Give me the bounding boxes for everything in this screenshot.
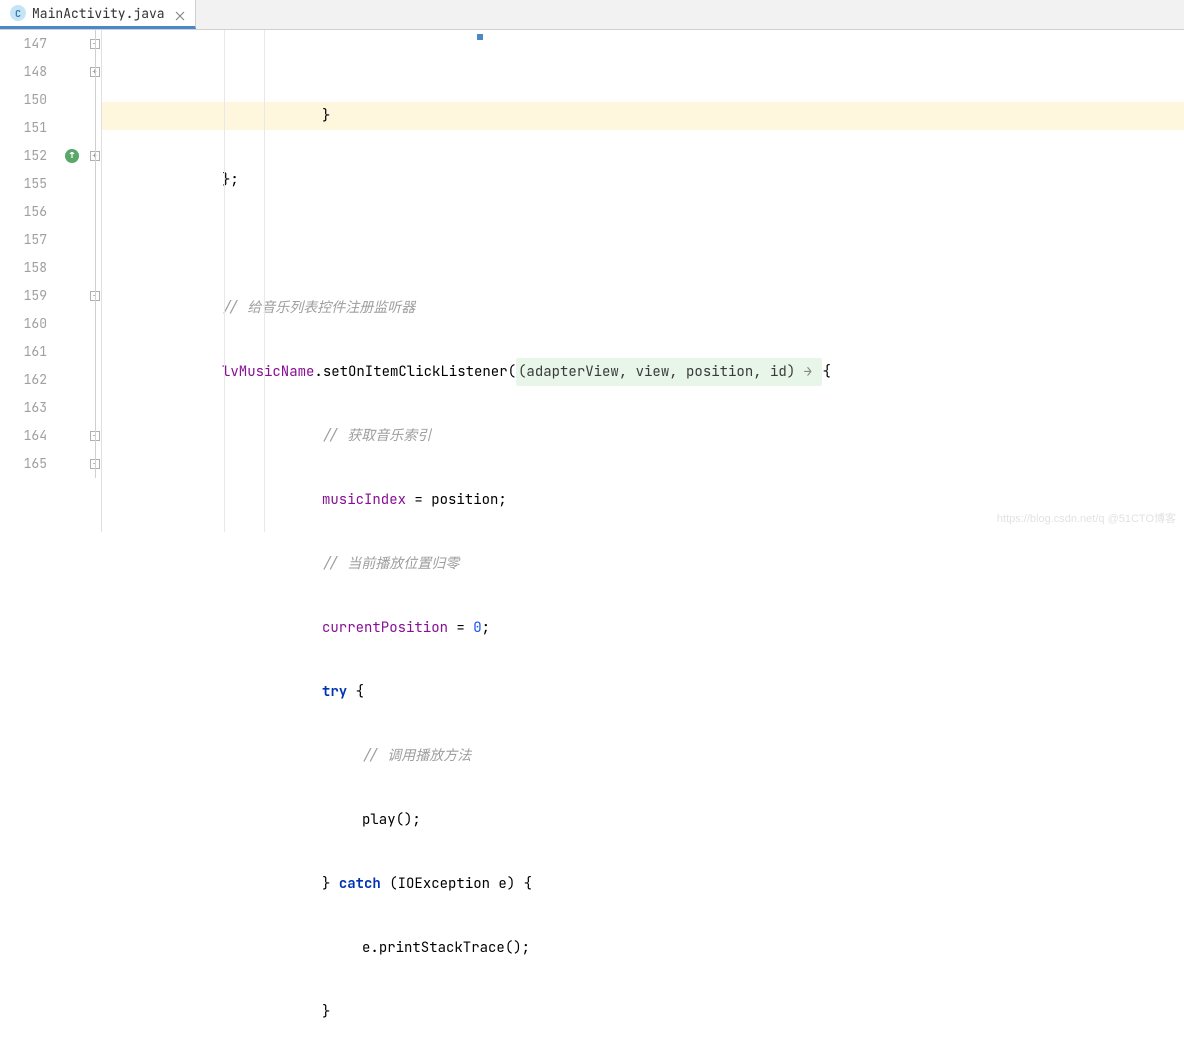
line-number: 162 xyxy=(10,366,47,394)
line-number: 152 xyxy=(10,142,47,170)
line-number: 161 xyxy=(10,338,47,366)
code-line: e.printStackTrace(); xyxy=(102,934,1184,962)
close-icon[interactable] xyxy=(175,8,185,18)
code-line: lvMusicName.setOnItemClickListener((adap… xyxy=(102,358,1184,386)
code-line: }; xyxy=(102,166,1184,194)
code-line: try { xyxy=(102,678,1184,706)
editor[interactable]: 147 148 150 151 152 155 156 157 158 159 … xyxy=(0,30,1184,532)
code-line: // 获取音乐索引 xyxy=(102,422,1184,450)
code-content[interactable]: } }; // 给音乐列表控件注册监听器 lvMusicName.setOnIt… xyxy=(102,30,1184,532)
fold-gutter: − + + − − − xyxy=(88,30,102,532)
line-number: 151 xyxy=(10,114,47,142)
tab-label: MainActivity.java xyxy=(32,5,165,22)
tab-main-activity[interactable]: C MainActivity.java xyxy=(0,0,196,29)
line-number: 160 xyxy=(10,310,47,338)
code-line xyxy=(102,230,1184,258)
caret-icon xyxy=(477,34,483,40)
line-number: 147 xyxy=(10,30,47,58)
line-number: 150 xyxy=(10,86,47,114)
vcs-modified-icon[interactable] xyxy=(55,142,88,170)
code-line: } catch (IOException e) { xyxy=(102,870,1184,898)
breakpoint-gutter[interactable] xyxy=(0,30,10,532)
code-line: } xyxy=(102,102,1184,130)
line-number: 165 xyxy=(10,450,47,478)
icon-gutter xyxy=(55,30,88,532)
code-line: // 当前播放位置归零 xyxy=(102,550,1184,578)
code-line: // 调用播放方法 xyxy=(102,742,1184,770)
line-number: 163 xyxy=(10,394,47,422)
line-number: 156 xyxy=(10,198,47,226)
line-number: 157 xyxy=(10,226,47,254)
line-number: 164 xyxy=(10,422,47,450)
tab-bar: C MainActivity.java xyxy=(0,0,1184,30)
code-line: // 给音乐列表控件注册监听器 xyxy=(102,294,1184,322)
line-number-gutter: 147 148 150 151 152 155 156 157 158 159 … xyxy=(10,30,55,532)
line-number: 148 xyxy=(10,58,47,86)
watermark: https://blog.csdn.net/q @51CTO博客 xyxy=(997,510,1176,526)
java-class-icon: C xyxy=(10,5,26,21)
code-line: currentPosition = 0; xyxy=(102,614,1184,642)
line-number: 158 xyxy=(10,254,47,282)
code-line: play(); xyxy=(102,806,1184,834)
code-line: } xyxy=(102,998,1184,1026)
code-line: }); xyxy=(102,1062,1184,1064)
line-number: 159 xyxy=(10,282,47,310)
line-number: 155 xyxy=(10,170,47,198)
